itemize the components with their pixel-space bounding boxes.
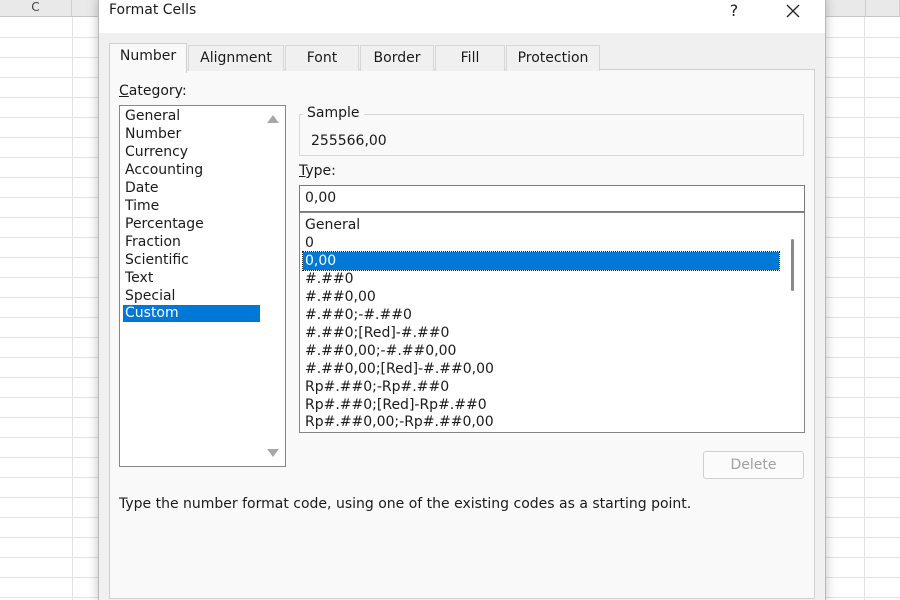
type-item[interactable]: #.##0;[Red]-#.##0 xyxy=(303,324,449,342)
type-item[interactable]: Rp#.##0;-Rp#.##0 xyxy=(303,378,449,396)
type-label-text: ype: xyxy=(305,163,336,179)
sample-label: Sample xyxy=(303,105,364,121)
type-item[interactable]: General xyxy=(303,216,360,234)
type-item[interactable]: 0 xyxy=(303,234,314,252)
category-list[interactable]: General Number Currency Accounting Date … xyxy=(119,105,286,467)
tab-number[interactable]: Number xyxy=(109,43,187,73)
type-label: Type: xyxy=(299,163,336,179)
type-item-selected[interactable]: 0,00 xyxy=(302,251,780,271)
column-header[interactable] xyxy=(72,0,100,17)
column-header-c[interactable]: C xyxy=(0,0,72,17)
help-button[interactable]: ? xyxy=(719,0,749,25)
tab-alignment[interactable]: Alignment xyxy=(188,45,284,71)
type-list[interactable]: General 0 0,00 #.##0 #.##0,00 #.##0;-#.#… xyxy=(299,212,805,433)
delete-button[interactable]: Delete xyxy=(703,451,804,479)
category-scrollbar[interactable] xyxy=(261,106,285,466)
category-label-text: ategory: xyxy=(128,83,187,99)
type-item[interactable]: #.##0;-#.##0 xyxy=(303,306,412,324)
category-item-special[interactable]: Special xyxy=(123,288,175,305)
category-item-custom[interactable]: Custom xyxy=(123,305,260,322)
category-item-time[interactable]: Time xyxy=(123,198,159,215)
grid-line xyxy=(72,17,73,600)
grid-line xyxy=(864,17,865,600)
type-item[interactable]: #.##0,00;-#.##0,00 xyxy=(303,342,456,360)
category-item-fraction[interactable]: Fraction xyxy=(123,234,181,251)
tab-font[interactable]: Font xyxy=(285,45,359,71)
scrollbar-thumb[interactable] xyxy=(791,239,794,291)
column-header[interactable] xyxy=(866,0,900,17)
category-item-general[interactable]: General xyxy=(123,108,180,125)
category-item-text[interactable]: Text xyxy=(123,270,153,287)
column-header[interactable] xyxy=(826,0,866,17)
category-item-date[interactable]: Date xyxy=(123,180,158,197)
type-list-scrollbar[interactable] xyxy=(782,213,804,432)
tab-fill[interactable]: Fill xyxy=(435,45,505,71)
type-item[interactable]: #.##0,00 xyxy=(303,288,376,306)
dialog-title: Format Cells xyxy=(109,2,197,18)
type-input[interactable]: 0,00 xyxy=(299,185,805,212)
hint-text: Type the number format code, using one o… xyxy=(119,496,692,512)
dialog-titlebar[interactable]: Format Cells ? xyxy=(99,0,825,33)
column-header-label: C xyxy=(31,0,40,14)
type-item[interactable]: #.##0 xyxy=(303,270,354,288)
tab-border[interactable]: Border xyxy=(360,45,434,71)
tab-protection[interactable]: Protection xyxy=(506,45,600,71)
close-icon xyxy=(786,4,800,18)
format-cells-dialog: Format Cells ? Number Alignment Font Bor… xyxy=(98,0,826,600)
sample-value: 255566,00 xyxy=(311,133,387,149)
category-label: Category: xyxy=(119,83,187,99)
type-item[interactable]: Rp#.##0;[Red]-Rp#.##0 xyxy=(303,396,487,414)
type-item[interactable]: #.##0,00;[Red]-#.##0,00 xyxy=(303,360,494,378)
category-item-percentage[interactable]: Percentage xyxy=(123,216,204,233)
category-item-currency[interactable]: Currency xyxy=(123,144,188,161)
category-item-accounting[interactable]: Accounting xyxy=(123,162,203,179)
category-item-number[interactable]: Number xyxy=(123,126,181,143)
scroll-up-arrow-icon[interactable] xyxy=(267,115,279,123)
type-item[interactable]: Rp#.##0,00;-Rp#.##0,00 xyxy=(303,413,494,431)
category-item-scientific[interactable]: Scientific xyxy=(123,252,189,269)
scroll-down-arrow-icon[interactable] xyxy=(267,449,279,457)
close-button[interactable] xyxy=(769,0,817,25)
category-label-accesskey: C xyxy=(119,83,129,99)
